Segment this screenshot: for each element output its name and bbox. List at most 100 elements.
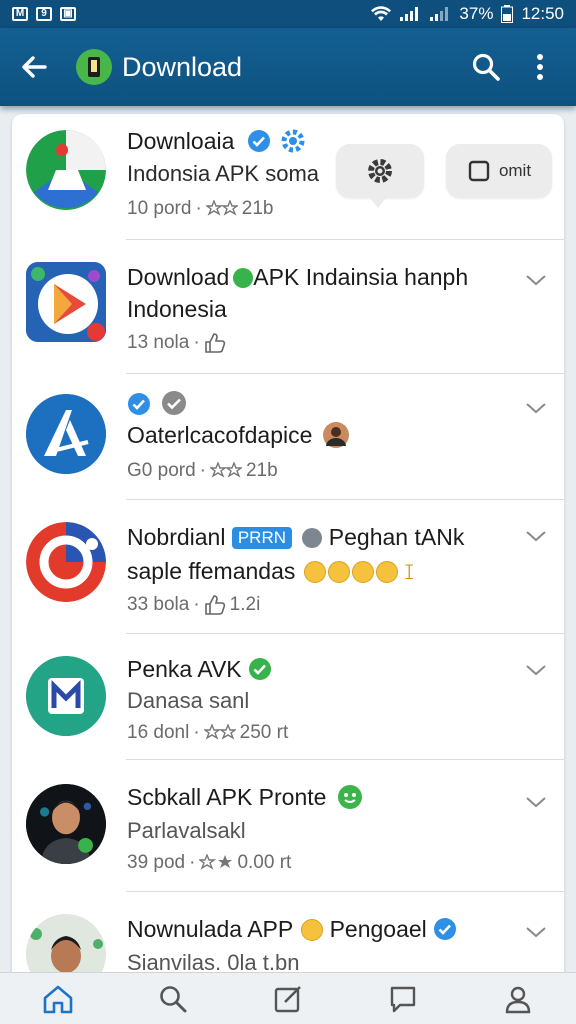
chevron-down-icon[interactable] [524,790,548,814]
drive-logo-icon [26,130,106,210]
dot-separator: · [193,594,200,615]
item-title: Nobrdianl [127,524,226,550]
tab-compose[interactable] [264,975,312,1023]
thumbs-up-icon [204,333,225,353]
item-subtitle: Indonesia [127,296,227,322]
wifi-icon [371,6,392,21]
item-extra: 1.2i [229,594,261,615]
chevron-down-icon[interactable] [524,524,548,548]
face-icon [302,528,323,548]
bottom-navigation [0,972,576,1024]
item-title: Downloaia [127,128,235,154]
back-button[interactable] [14,47,54,87]
search-icon [472,53,500,81]
a-logo-icon [26,394,106,474]
gray-check-icon [162,391,187,415]
item-count: 10 pord [127,198,192,219]
stars-icon [205,200,238,216]
item-extra: 21b [245,460,278,481]
status-bar: M 9 ▣ 37% 12:50 [0,0,576,28]
back-arrow-icon [22,56,47,78]
tab-profile[interactable] [494,975,542,1023]
more-options-button[interactable] [518,45,562,89]
compose-icon [274,985,301,1012]
tab-messages[interactable] [379,975,427,1023]
m-logo-icon [26,656,106,736]
item-subtitle: saple ffemandas [127,558,296,584]
app-logo-icon [76,49,112,85]
user-avatar-icon [322,422,349,448]
item-count: 13 nola [127,332,190,353]
item-count: 33 bola [127,594,190,615]
dot-separator: · [199,460,206,481]
item-avatar [26,394,106,474]
item-extra: 0.00 rt [237,852,292,873]
item-avatar [26,784,106,864]
settings-bubble-button[interactable] [336,144,424,208]
app-bar: Download [0,28,576,106]
item-title: Scbkall APK Pronte [127,784,327,810]
copy-icon [468,160,490,182]
smile-emoji-icon [351,561,374,583]
stars-icon [203,724,236,740]
item-title-suffix: Pengoael [329,916,427,942]
item-avatar [26,130,106,210]
gear-icon [368,159,392,183]
o-logo-icon [26,522,106,602]
item-title-suffix: Peghan tANk [328,524,465,550]
list-item[interactable]: Download APK Indainsia hanph Indonesia 13… [12,240,564,374]
item-title: Penka AVK [127,656,242,682]
list-item[interactable]: Downloaia Indonsia APK soma 10 pord · 21… [12,114,564,240]
dot-separator: · [195,198,202,219]
item-count: G0 pord [127,460,196,481]
item-subtitle: Indonsia APK soma [127,161,320,186]
battery-icon [501,5,514,23]
more-vert-icon [537,54,543,80]
chevron-down-icon[interactable] [524,658,548,682]
chevron-down-icon[interactable] [524,268,548,292]
tab-home[interactable] [34,975,82,1023]
list-item[interactable]: Oaterlcacofdapice G0 pord · 21b [12,374,564,500]
list-item[interactable]: Nobrdianl PRRN Peghan tANk saple ffemand… [12,500,564,634]
green-smile-icon [337,785,362,809]
omit-button[interactable]: omit [446,144,552,198]
dot-separator: · [193,332,200,353]
chevron-down-icon[interactable] [524,920,548,944]
profile-icon [506,986,531,1013]
item-title: Oaterlcacofdapice [127,422,313,448]
home-icon [43,985,72,1013]
verified-icon [247,130,270,152]
item-avatar [26,262,106,342]
tab-search[interactable] [149,975,197,1023]
download-list: Downloaia Indonsia APK soma 10 pord · 21… [12,114,564,984]
item-avatar [26,656,106,736]
thumbs-up-icon [204,595,225,615]
tongue-emoji-icon [375,561,398,583]
list-item[interactable]: Penka AVK Danasa sanl 16 donl · 250 rt [12,634,564,760]
item-badge: PRRN [231,527,293,549]
cup-icon: ꕯ [404,562,415,584]
stars-icon [199,854,233,870]
chevron-down-icon[interactable] [524,396,548,420]
green-check-icon [249,658,272,680]
smile-emoji-icon [303,561,326,583]
item-subtitle: Danasa sanl [127,688,250,713]
green-check-icon [233,268,254,288]
search-icon [159,985,187,1012]
search-button[interactable] [464,45,508,89]
clock: 12:50 [521,4,564,23]
list-item[interactable]: Nownulada APP Pengoael Sianvilas. 0la t.… [12,892,564,984]
signal-icon [400,7,419,21]
page-title: Download [122,51,243,82]
sim-notification-icon: 9 [36,7,52,21]
smile-emoji-icon [301,919,324,941]
play-store-logo-icon [26,262,106,342]
stars-icon [209,462,242,478]
settings-badge-icon [281,129,305,153]
verified-icon [128,393,150,415]
item-title-suffix: APK Indainsia hanph [253,264,469,290]
list-item[interactable]: Scbkall APK Pronte Parlavalsakl 39 pod ·… [12,760,564,892]
dot-separator: · [193,722,200,743]
gallery-notification-icon: ▣ [60,7,76,21]
person-photo-icon [26,784,106,864]
